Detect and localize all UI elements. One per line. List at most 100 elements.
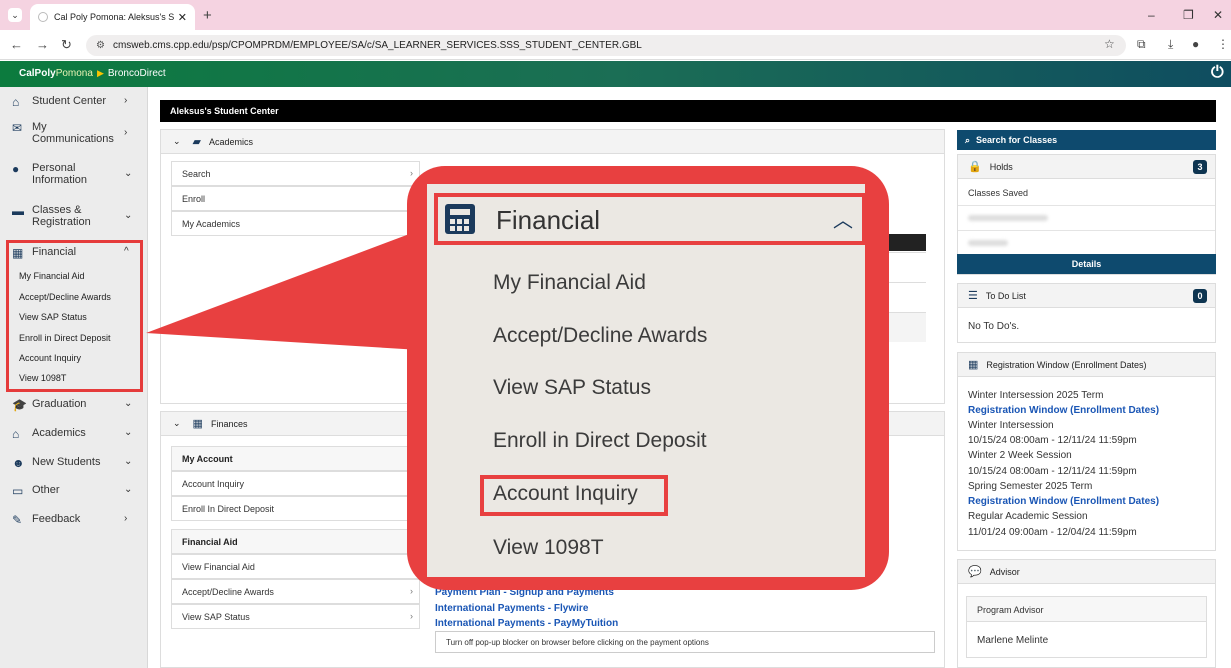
calendar-icon: ▦ [968,359,979,371]
holds-header: 🔒 Holds [958,155,1215,179]
sidebar-item-label: Student Center [32,95,106,107]
chevron-right-icon: › [124,95,128,106]
callout-item-direct-deposit[interactable]: Enroll in Direct Deposit [493,429,707,453]
reg-window-link[interactable]: Registration Window (Enrollment Dates) [968,405,1159,416]
reg-line: Spring Semester 2025 Term [968,481,1093,492]
chevron-up-icon[interactable]: ︿ [833,204,853,233]
academics-title: Academics [209,136,254,147]
envelope-icon: ✉ [12,121,23,135]
sidebar-item-new-students[interactable]: ☻ New Students ⌄ [0,456,148,470]
profile-avatar-icon[interactable]: ● [1192,37,1199,51]
reg-window-link[interactable]: Registration Window (Enrollment Dates) [968,496,1159,507]
chevron-down-icon: ⌄ [124,456,133,467]
power-icon[interactable]: ⏻ [1211,64,1227,82]
address-bar[interactable]: ⚙ cmsweb.cms.cpp.edu/psp/CPOMPRDM/EMPLOY… [86,35,1126,56]
link-label: Enroll [182,194,206,204]
chevron-down-icon: ⌄ [124,168,133,179]
download-icon[interactable]: ⤓ [1168,37,1173,52]
callout-item-accept-decline[interactable]: Accept/Decline Awards [493,324,707,348]
chevron-right-icon: › [410,168,413,178]
paymytuition-link[interactable]: International Payments - PayMyTuition [435,618,618,629]
site-info-icon[interactable]: ⚙ [96,40,105,51]
reg-line: Winter 2 Week Session [968,450,1072,461]
sidebar-item-feedback[interactable]: ✎ Feedback › [0,513,148,527]
reg-line: 10/15/24 08:00am - 12/11/24 11:59pm [968,466,1137,477]
new-tab-icon[interactable]: + [203,7,212,24]
reg-line: 11/01/24 09:00am - 12/04/24 11:59pm [968,527,1137,538]
holds-count-badge: 3 [1193,160,1207,174]
sidebar-item-academics[interactable]: ⌂ Academics ⌄ [0,427,148,441]
reload-icon[interactable]: ↻ [61,37,72,53]
chevron-right-icon: › [124,127,128,138]
account-inquiry-highlight-box [480,475,668,516]
sidebar-item-other[interactable]: ▭ Other ⌄ [0,484,148,498]
browser-tab[interactable]: Cal Poly Pomona: Aleksus's Stu ✕ [30,4,195,30]
reg-line: Regular Academic Session [968,511,1088,522]
minimize-icon[interactable]: – [1148,8,1155,22]
tab-title: Cal Poly Pomona: Aleksus's Stu [54,12,174,22]
extensions-icon[interactable]: ⧉ [1137,37,1146,52]
close-tab-icon[interactable]: ✕ [178,11,187,24]
restore-icon[interactable]: ❐ [1183,8,1194,22]
sidebar-item-label: New Students [32,456,101,468]
sidebar-item-communications[interactable]: ✉ My Communications › [0,121,148,145]
advisor-box: Program Advisor Marlene Melinte [966,596,1207,658]
chevron-down-icon: ⌄ [124,210,133,221]
book-icon: ▬ [12,204,24,218]
sidebar-item-label: My Communications [32,121,114,145]
finances-link-account-inquiry[interactable]: Account Inquiry [171,471,420,496]
finances-link-sap-status[interactable]: View SAP Status › [171,604,420,629]
details-label: Details [1071,259,1102,269]
callout-item-sap-status[interactable]: View SAP Status [493,376,651,400]
flywire-link[interactable]: International Payments - Flywire [435,603,588,614]
finances-link-accept-decline[interactable]: Accept/Decline Awards › [171,579,420,604]
sidebar-item-graduation[interactable]: 🎓 Graduation ⌄ [0,398,148,412]
todo-card: ☰ To Do List 0 No To Do's. [957,283,1216,343]
tab-search-icon[interactable]: ⌄ [8,8,22,22]
page-title: Aleksus's Student Center [160,100,1216,122]
sidebar-item-label: Graduation [32,398,87,410]
sidebar-item-student-center[interactable]: ⌂ Student Center › [0,95,148,109]
advisor-name[interactable]: Marlene Melinte [977,635,1048,646]
academics-link-search[interactable]: Search › [171,161,420,186]
chevron-down-icon[interactable]: ⌄ [173,136,181,147]
bookmark-star-icon[interactable]: ☆ [1104,37,1115,51]
forward-icon[interactable]: → [36,37,49,52]
advisor-label: Program Advisor [967,597,1206,622]
link-label: Enroll In Direct Deposit [182,504,275,514]
registration-card: ▦ Registration Window (Enrollment Dates)… [957,352,1216,551]
finances-link-direct-deposit[interactable]: Enroll In Direct Deposit [171,496,420,521]
advisor-card: 💬 Advisor Program Advisor Marlene Melint… [957,559,1216,668]
search-for-classes-button[interactable]: ⌕ Search for Classes [957,130,1216,150]
back-icon[interactable]: ← [10,37,23,52]
callout-item-1098t[interactable]: View 1098T [493,536,604,560]
academics-link-my-academics[interactable]: My Academics [171,211,420,236]
academics-link-enroll[interactable]: Enroll [171,186,420,211]
finances-title: Finances [210,418,248,429]
brand-arrow-icon: ▶ [96,68,104,78]
app-header: CalPolyPomona ▶ BroncoDirect ⏻ [0,61,1231,87]
holds-title: Holds [989,161,1013,172]
callout-item-financial-aid[interactable]: My Financial Aid [493,271,646,295]
browser-menu-icon[interactable]: ⋮ [1217,37,1229,51]
callout-financial-header[interactable]: Financial ︿ [434,193,866,245]
todo-text: No To Do's. [968,321,1020,332]
reg-line: Winter Intersession [968,420,1054,431]
close-window-icon[interactable]: ✕ [1213,8,1223,22]
academics-panel-header[interactable]: ⌄ ▰ Academics [161,130,944,154]
finances-link-view-aid[interactable]: View Financial Aid [171,554,420,579]
chevron-down-icon[interactable]: ⌄ [173,418,181,429]
holds-details-button[interactable]: Details [957,254,1216,274]
advisor-header: 💬 Advisor [958,560,1215,584]
sidebar-item-personal-information[interactable]: ● Personal Information ⌄ [0,162,148,186]
sidebar-item-classes-registration[interactable]: ▬ Classes & Registration ⌄ [0,204,148,228]
link-label: My Academics [182,219,241,229]
financial-highlight-box [6,240,143,392]
chevron-down-icon: ⌄ [124,484,133,495]
link-label: Accept/Decline Awards [182,587,274,597]
sidebar-item-label: Personal Information [32,162,88,186]
calculator-icon: ▦ [192,418,203,430]
monitor-icon: ▭ [12,484,24,498]
sidebar-item-label: Classes & Registration [32,204,91,228]
brand-logo[interactable]: CalPolyPomona ▶ BroncoDirect [19,68,166,79]
